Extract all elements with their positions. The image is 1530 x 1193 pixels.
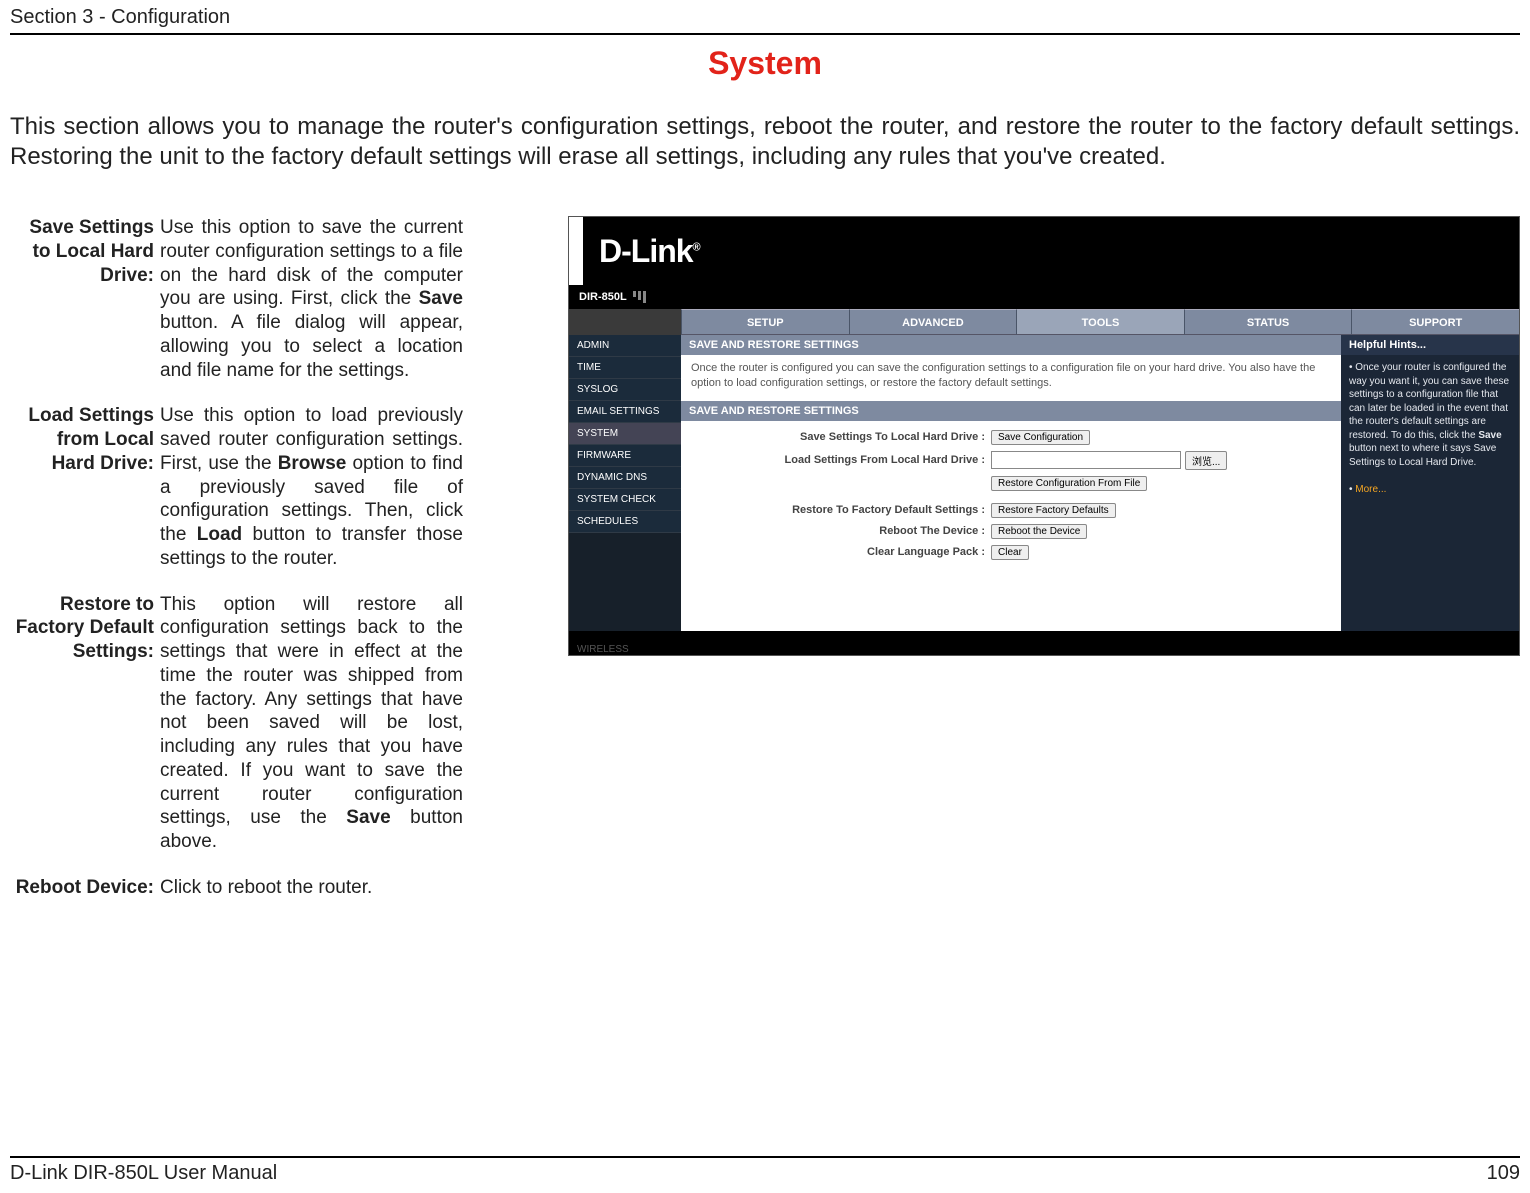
side-admin[interactable]: ADMIN [569, 335, 681, 357]
load-file-input[interactable] [991, 451, 1181, 469]
intro-text: This section allows you to manage the ro… [10, 112, 1520, 172]
nav-setup[interactable]: SETUP [681, 309, 849, 335]
text: button. A file dialog will appear, allow… [160, 312, 463, 381]
def-load: Load Settings from Local Hard Drive: Use… [10, 404, 560, 570]
hints-head: Helpful Hints... [1341, 335, 1519, 355]
def-restore-body: This option will restore all configurati… [160, 593, 463, 854]
row-save-label: Save Settings To Local Hard Drive : [691, 430, 991, 445]
text: This option will restore all configurati… [160, 594, 463, 829]
def-restore-label: Restore to Factory Default Settings: [10, 593, 160, 854]
side-syscheck[interactable]: SYSTEM CHECK [569, 489, 681, 511]
def-restore: Restore to Factory Default Settings: Thi… [10, 593, 560, 854]
more-link[interactable]: More... [1355, 484, 1386, 495]
footer-left: D-Link DIR-850L User Manual [10, 1162, 277, 1185]
hints-panel: Helpful Hints... • Once your router is c… [1341, 335, 1519, 631]
save-config-button[interactable]: Save Configuration [991, 430, 1090, 445]
panel1-desc: Once the router is configured you can sa… [681, 355, 1341, 401]
side-firmware[interactable]: FIRMWARE [569, 445, 681, 467]
def-save: Save Settings to Local Hard Drive: Use t… [10, 216, 560, 382]
bold: Save [419, 288, 463, 309]
def-reboot-body: Click to reboot the router. [160, 876, 463, 900]
def-reboot: Reboot Device: Click to reboot the route… [10, 876, 560, 900]
restore-from-file-button[interactable]: Restore Configuration From File [991, 476, 1147, 491]
router-footer: WIRELESS [569, 631, 1519, 655]
browse-button[interactable]: 浏览... [1185, 451, 1227, 470]
hint-bold: Save [1478, 430, 1501, 441]
side-schedules[interactable]: SCHEDULES [569, 511, 681, 533]
reboot-button[interactable]: Reboot the Device [991, 524, 1087, 539]
page-number: 109 [1487, 1162, 1520, 1185]
text: Use this option to save the current rout… [160, 217, 463, 309]
router-ui-screenshot: D-Link® DIR-850L SETUP ADVANCED TOOLS ST… [568, 216, 1520, 656]
model-label: DIR-850L [569, 291, 627, 303]
side-email[interactable]: EMAIL SETTINGS [569, 401, 681, 423]
definitions-column: Save Settings to Local Hard Drive: Use t… [10, 216, 560, 922]
panel1-head: SAVE AND RESTORE SETTINGS [681, 335, 1341, 355]
def-save-label: Save Settings to Local Hard Drive: [10, 216, 160, 382]
top-nav: SETUP ADVANCED TOOLS STATUS SUPPORT [569, 309, 1519, 335]
side-system[interactable]: SYSTEM [569, 423, 681, 445]
row-factory-label: Restore To Factory Default Settings : [691, 503, 991, 518]
panel2-head: SAVE AND RESTORE SETTINGS [681, 401, 1341, 421]
bold: Load [197, 524, 242, 545]
main-panel: SAVE AND RESTORE SETTINGS Once the route… [681, 335, 1341, 631]
bold: Save [346, 807, 390, 828]
nav-tools[interactable]: TOOLS [1016, 309, 1184, 335]
divider [10, 33, 1520, 35]
page-title: System [10, 45, 1520, 82]
restore-defaults-button[interactable]: Restore Factory Defaults [991, 503, 1116, 518]
nav-advanced[interactable]: ADVANCED [849, 309, 1017, 335]
nav-support[interactable]: SUPPORT [1351, 309, 1519, 335]
section-header: Section 3 - Configuration [10, 0, 1520, 33]
nav-status[interactable]: STATUS [1184, 309, 1352, 335]
row-reboot-label: Reboot The Device : [691, 524, 991, 539]
hint-text2: button next to where it says Save Settin… [1349, 443, 1496, 468]
def-reboot-label: Reboot Device: [10, 876, 160, 900]
row-clear-label: Clear Language Pack : [691, 545, 991, 560]
side-ddns[interactable]: DYNAMIC DNS [569, 467, 681, 489]
side-time[interactable]: TIME [569, 357, 681, 379]
side-syslog[interactable]: SYSLOG [569, 379, 681, 401]
bold: Browse [278, 453, 347, 474]
def-load-body: Use this option to load previously saved… [160, 404, 463, 570]
def-load-label: Load Settings from Local Hard Drive: [10, 404, 160, 570]
side-nav: ADMIN TIME SYSLOG EMAIL SETTINGS SYSTEM … [569, 335, 681, 631]
clear-lang-button[interactable]: Clear [991, 545, 1029, 560]
def-save-body: Use this option to save the current rout… [160, 216, 463, 382]
dlink-logo: D-Link® [599, 233, 700, 270]
row-load-label: Load Settings From Local Hard Drive : [691, 453, 991, 468]
